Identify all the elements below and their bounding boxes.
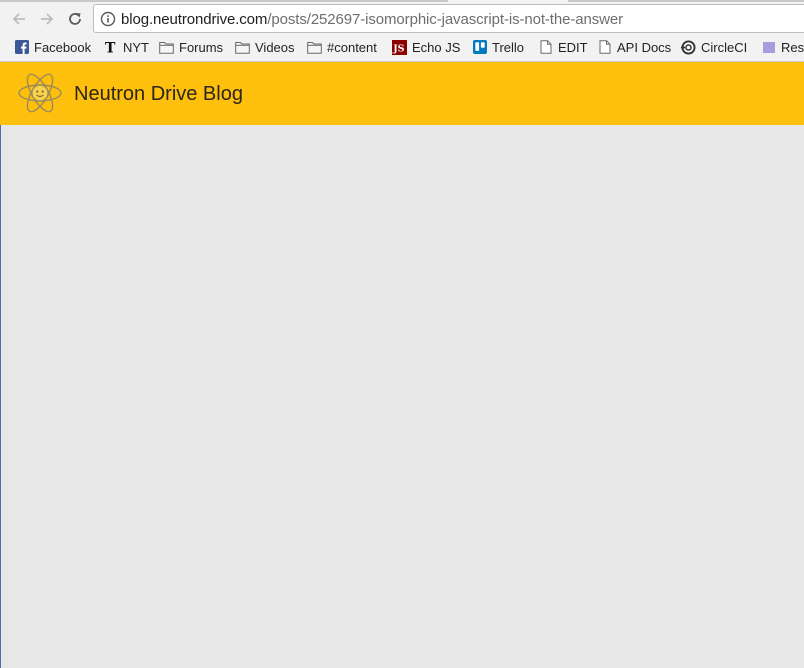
reload-button[interactable] bbox=[64, 8, 86, 30]
reload-icon bbox=[69, 13, 81, 25]
url-text[interactable]: blog.neutrondrive.com/posts/252697-isomo… bbox=[121, 11, 623, 28]
info-icon[interactable] bbox=[100, 11, 116, 27]
bookmark-label: Forums bbox=[179, 39, 224, 55]
bookmark-label: #content bbox=[327, 39, 377, 55]
blog-title[interactable]: Neutron Drive Blog bbox=[74, 82, 243, 106]
echojs-icon: JS bbox=[392, 39, 407, 55]
bookmark-label: CircleCI bbox=[701, 39, 748, 55]
bookmark-trello[interactable]: Trello bbox=[472, 37, 524, 57]
bookmarks-bar: Facebook T NYT Forums Videos #content JS… bbox=[0, 37, 804, 57]
back-button[interactable] bbox=[8, 8, 30, 30]
bookmark-forums[interactable]: Forums bbox=[159, 37, 223, 57]
bookmark-label: API Docs bbox=[617, 39, 672, 55]
atom-logo-icon[interactable] bbox=[16, 70, 64, 116]
svg-text:JS: JS bbox=[392, 43, 404, 54]
bookmark-edit[interactable]: EDIT bbox=[538, 37, 588, 57]
browser-toolbar: blog.neutrondrive.com/posts/252697-isomo… bbox=[0, 0, 804, 62]
bookmark-api-docs[interactable]: API Docs bbox=[597, 37, 671, 57]
bookmark-label: Trello bbox=[492, 39, 525, 55]
arrow-right-icon bbox=[41, 13, 54, 25]
trello-icon bbox=[472, 40, 487, 55]
folder-icon bbox=[307, 40, 322, 55]
facebook-icon bbox=[14, 40, 29, 55]
bookmark-nyt[interactable]: T NYT bbox=[103, 37, 150, 57]
svg-text:T: T bbox=[105, 41, 116, 55]
tab-strip-edge bbox=[568, 0, 804, 2]
folder-icon bbox=[159, 40, 174, 55]
circleci-icon bbox=[681, 40, 696, 55]
page-icon bbox=[597, 40, 612, 55]
url-path: /posts/252697-isomorphic-javascript-is-n… bbox=[267, 11, 624, 28]
url-host: blog.neutrondrive.com bbox=[121, 11, 268, 28]
bookmark-label: Facebook bbox=[34, 39, 92, 55]
bookmark-circleci[interactable]: CircleCI bbox=[681, 37, 747, 57]
tab-strip-edge bbox=[0, 0, 448, 2]
bookmark-videos[interactable]: Videos bbox=[235, 37, 295, 57]
bookmark-echojs[interactable]: JS Echo JS bbox=[392, 37, 460, 57]
bookmark-label: Reso bbox=[781, 39, 804, 55]
bookmark-label: EDIT bbox=[558, 39, 588, 55]
bookmark-icon bbox=[761, 40, 776, 55]
bookmark-facebook[interactable]: Facebook bbox=[14, 37, 91, 57]
bookmark-label: Echo JS bbox=[412, 39, 461, 55]
page-icon bbox=[538, 40, 553, 55]
bookmark-reso[interactable]: Reso bbox=[761, 37, 804, 57]
nyt-icon: T bbox=[103, 40, 118, 55]
folder-icon bbox=[235, 40, 250, 55]
bookmark-label: NYT bbox=[123, 39, 149, 55]
blog-header: Neutron Drive Blog bbox=[0, 62, 804, 125]
arrow-left-icon bbox=[12, 13, 25, 25]
page-content-area bbox=[0, 125, 804, 668]
bookmark-content[interactable]: #content bbox=[307, 37, 377, 57]
address-bar[interactable]: blog.neutrondrive.com/posts/252697-isomo… bbox=[93, 4, 804, 33]
forward-button[interactable] bbox=[36, 8, 58, 30]
bookmark-label: Videos bbox=[255, 39, 295, 55]
